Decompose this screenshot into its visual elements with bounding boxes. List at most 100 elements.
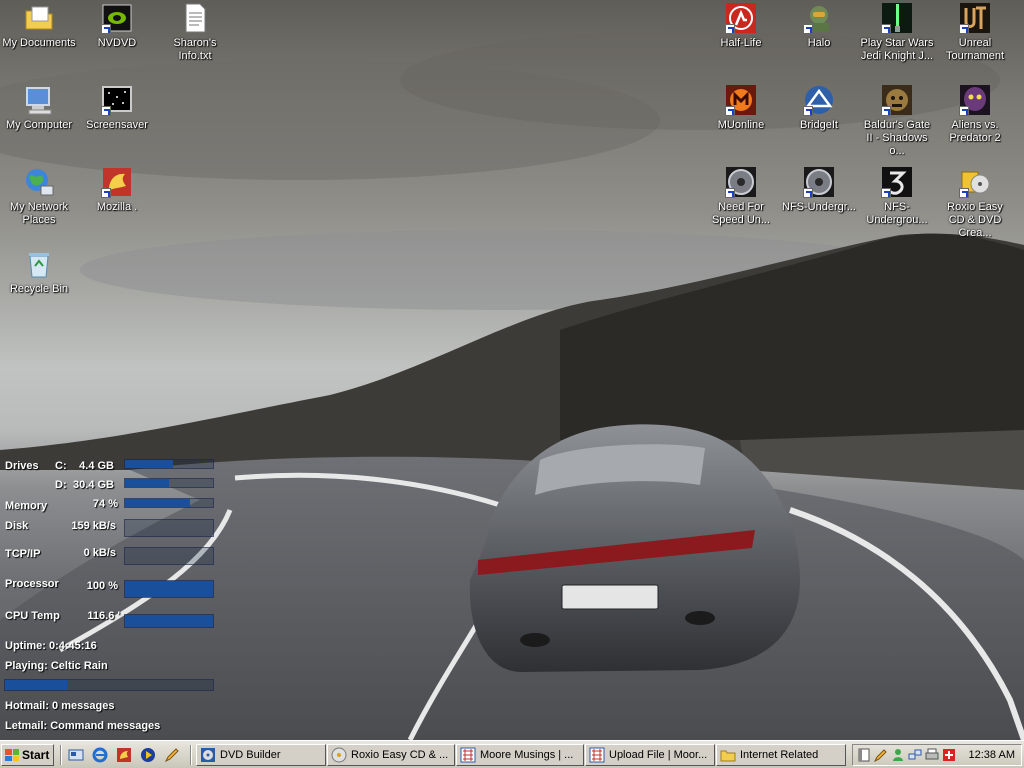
task-dvd-builder[interactable]: DVD Builder xyxy=(196,744,326,766)
shortcut-arrow-icon xyxy=(725,106,735,116)
unreal-tournament-icon xyxy=(959,2,991,34)
icon-label: Aliens vs. Predator 2 xyxy=(949,119,1001,144)
my-documents-icon xyxy=(23,2,55,34)
tray-book-icon[interactable] xyxy=(856,747,872,763)
icon-label: My Network Places xyxy=(9,201,69,226)
uptime-text: Uptime: 0:4:45:16 xyxy=(5,640,97,652)
shortcut-arrow-icon xyxy=(803,188,813,198)
bridgeit-icon xyxy=(803,84,835,116)
shortcut-arrow-icon xyxy=(101,188,111,198)
unreal-tournament-shortcut[interactable]: Unreal Tournament xyxy=(936,0,1014,63)
cputemp-label: CPU Temp xyxy=(5,610,60,622)
taskbar-separator xyxy=(60,745,62,765)
memory-bar-fill xyxy=(125,499,191,507)
taskbar-separator xyxy=(190,745,192,765)
memory-value: 74 % xyxy=(92,498,118,510)
nvdvd-shortcut[interactable]: NVDVD xyxy=(78,0,156,50)
disk-value: 159 kB/s xyxy=(71,520,116,532)
aliens-vs-predator-shortcut[interactable]: Aliens vs. Predator 2 xyxy=(936,82,1014,145)
shortcut-arrow-icon xyxy=(101,106,111,116)
my-computer-icon xyxy=(23,84,55,116)
baldurs-gate-shortcut[interactable]: Baldur's Gate II - Shadows o... xyxy=(858,82,936,158)
shortcut-arrow-icon xyxy=(959,188,969,198)
need-for-speed-shortcut[interactable]: Need For Speed Un... xyxy=(702,164,780,227)
hotmail-text: Hotmail: 0 messages xyxy=(5,700,115,712)
drive-c-bar-fill xyxy=(125,460,174,468)
my-documents-shortcut[interactable]: My Documents xyxy=(0,0,78,50)
disk-bar xyxy=(124,519,214,537)
mozilla-quicklaunch-icon[interactable] xyxy=(116,747,132,763)
text-file-shortcut[interactable]: Sharon's Info.txt xyxy=(156,0,234,63)
tray-person-icon[interactable] xyxy=(890,747,906,763)
icon-label: My Documents xyxy=(2,37,76,49)
icon-label: Screensaver xyxy=(86,119,148,131)
text-file-icon xyxy=(179,2,211,34)
desktop: My Documents NVDVD Sharon's Info.txt My … xyxy=(0,0,1024,740)
muonline-shortcut[interactable]: MUonline xyxy=(702,82,780,132)
task-internet-related[interactable]: Internet Related xyxy=(716,744,846,766)
half-life-shortcut[interactable]: Half-Life xyxy=(702,0,780,50)
media-player-icon[interactable] xyxy=(140,747,156,763)
icon-label: BridgeIt xyxy=(800,119,838,131)
roxio-icon xyxy=(959,166,991,198)
internet-explorer-icon[interactable] xyxy=(92,747,108,763)
task-label: Moore Musings | ... xyxy=(480,749,574,761)
roxio-task-icon xyxy=(331,747,347,763)
shortcut-arrow-icon xyxy=(725,24,735,34)
cputemp-value: 116.6 ' xyxy=(87,610,120,622)
network-places-icon xyxy=(23,166,55,198)
task-moore-musings[interactable]: Moore Musings | ... xyxy=(456,744,584,766)
screensaver-icon xyxy=(101,84,133,116)
tray-pencil-icon[interactable] xyxy=(873,747,889,763)
shortcut-arrow-icon xyxy=(959,106,969,116)
letmail-text: Letmail: Command messages xyxy=(5,720,161,732)
start-label: Start xyxy=(22,748,50,762)
now-playing-text: Playing: Celtic Rain xyxy=(5,660,108,672)
task-label: Upload File | Moor... xyxy=(609,749,708,761)
shortcut-arrow-icon xyxy=(959,24,969,34)
bridgeit-shortcut[interactable]: BridgeIt xyxy=(780,82,858,132)
icon-label: NFS-Undergr... xyxy=(782,201,856,213)
nfs-underground-icon xyxy=(803,166,835,198)
icon-label: Halo xyxy=(807,37,831,49)
halo-shortcut[interactable]: Halo xyxy=(780,0,858,50)
tray-antivirus-icon[interactable] xyxy=(941,747,957,763)
clock[interactable]: 12:38 AM xyxy=(969,749,1015,761)
shortcut-arrow-icon xyxy=(725,188,735,198)
tcpip-label: TCP/IP xyxy=(5,548,41,560)
task-upload-file[interactable]: Upload File | Moor... xyxy=(585,744,715,766)
icon-label: NFS-Undergrou... xyxy=(866,201,928,226)
jedi-knight-shortcut[interactable]: Play Star Wars Jedi Knight J... xyxy=(858,0,936,63)
icon-label: Half-Life xyxy=(720,37,762,49)
processor-value: 100 % xyxy=(86,580,118,592)
pencil-icon[interactable] xyxy=(164,747,180,763)
drive-d-bar xyxy=(124,478,214,488)
aliens-vs-predator-icon xyxy=(959,84,991,116)
nfs-underground-2-shortcut[interactable]: NFS-Undergrou... xyxy=(858,164,936,227)
tray-printer-icon[interactable] xyxy=(924,747,940,763)
processor-label: Processor xyxy=(5,578,59,590)
tray-network-icon[interactable] xyxy=(907,747,923,763)
shortcut-arrow-icon xyxy=(881,106,891,116)
recycle-bin-shortcut[interactable]: Recycle Bin xyxy=(0,246,78,296)
halo-icon xyxy=(803,2,835,34)
task-roxio[interactable]: Roxio Easy CD & ... xyxy=(327,744,455,766)
show-desktop-icon[interactable] xyxy=(68,747,84,763)
task-label: Roxio Easy CD & ... xyxy=(351,749,449,761)
start-button[interactable]: Start xyxy=(1,744,54,766)
my-computer-shortcut[interactable]: My Computer xyxy=(0,82,78,132)
system-monitor: Drives C: 4.4 GB D: 30.4 GB Memory 74 % … xyxy=(0,450,220,740)
shortcut-arrow-icon xyxy=(803,106,813,116)
nvdvd-icon xyxy=(101,2,133,34)
screensaver-shortcut[interactable]: Screensaver xyxy=(78,82,156,132)
now-playing-bar-fill xyxy=(5,680,68,690)
nfs-underground-shortcut[interactable]: NFS-Undergr... xyxy=(780,164,858,214)
browser-window-icon xyxy=(460,747,476,763)
network-places-shortcut[interactable]: My Network Places xyxy=(0,164,78,227)
processor-bar-fill xyxy=(125,581,213,597)
roxio-shortcut[interactable]: Roxio Easy CD & DVD Crea... xyxy=(936,164,1014,240)
folder-icon xyxy=(720,747,736,763)
now-playing-bar xyxy=(4,679,214,691)
mozilla-shortcut[interactable]: Mozilla . xyxy=(78,164,156,214)
drive-c-bar xyxy=(124,459,214,469)
